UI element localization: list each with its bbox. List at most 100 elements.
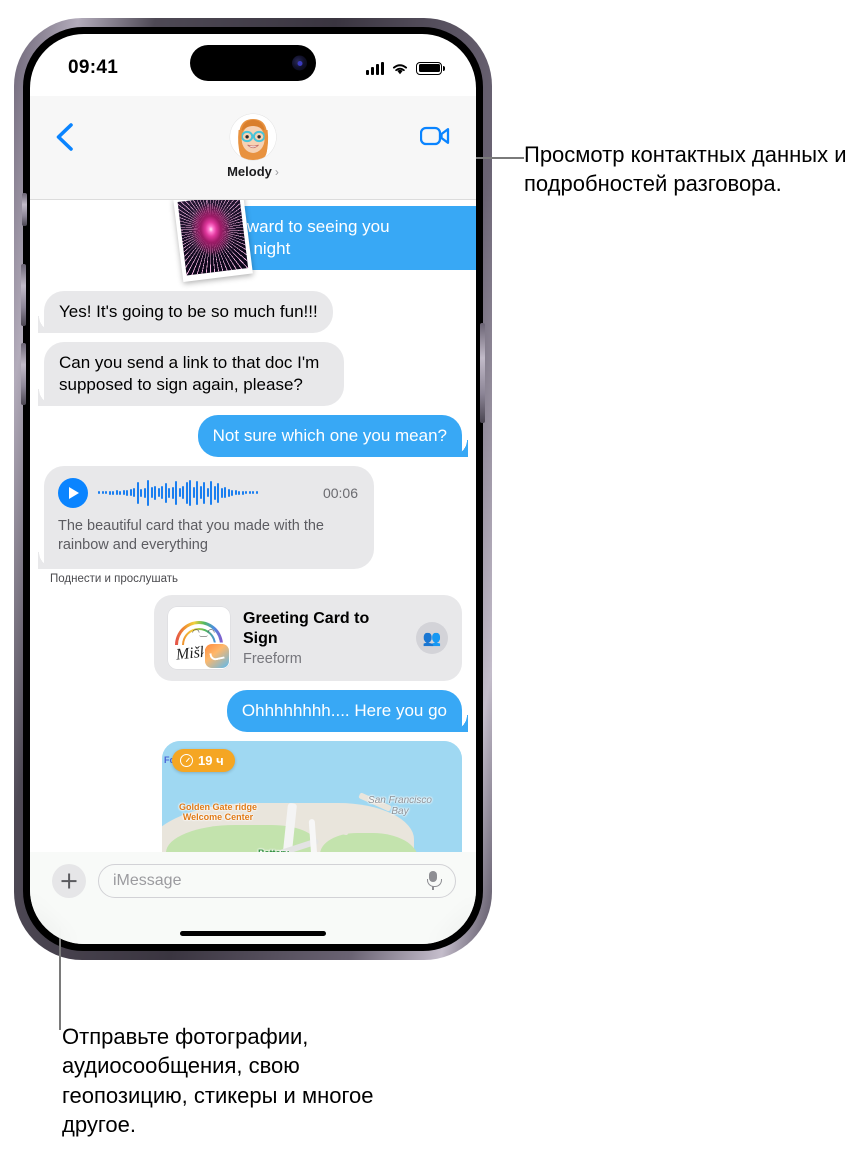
callout-attachments: Отправьте фотографии, аудиосообщения, св… xyxy=(62,1024,374,1137)
map-label-san-francisco-bay: San Francisco Bay xyxy=(368,795,432,818)
waveform-bar xyxy=(154,485,156,500)
dynamic-island xyxy=(190,45,316,81)
freeform-shared-document-card[interactable]: ◠‿◠ Mišk Greeting Card to Sign Freeform … xyxy=(154,595,462,682)
chevron-left-icon[interactable] xyxy=(52,122,78,152)
message-bubble-incoming[interactable]: Can you send a link to that doc I'm supp… xyxy=(38,341,344,406)
handwriting-text: Mišk xyxy=(175,643,208,664)
front-camera-icon xyxy=(292,55,307,71)
waveform-bar xyxy=(192,487,195,499)
waveform-bar xyxy=(245,491,247,495)
audio-player-controls: 00:06 xyxy=(58,477,358,508)
waveform-bar xyxy=(196,480,198,505)
plus-attachment-icon[interactable] xyxy=(52,864,86,898)
volume-down-button[interactable] xyxy=(21,343,26,405)
waveform-bar xyxy=(252,491,254,495)
waveform-bar xyxy=(168,487,170,498)
message-bubble-incoming[interactable]: Yes! It's going to be so much fun!!! xyxy=(38,291,333,333)
phone-bezel: 09:41 Melody › forward to seeing you ow … xyxy=(23,27,483,951)
badge-text: 19 ч xyxy=(198,753,224,769)
volume-up-button[interactable] xyxy=(21,264,26,326)
battery-full-icon xyxy=(416,61,445,75)
chevron-right-icon: › xyxy=(274,164,279,179)
audio-message-bubble[interactable]: 00:06 The beautiful card that you made w… xyxy=(38,465,374,570)
audio-waveform[interactable] xyxy=(98,478,313,508)
freeform-card-row: ◠‿◠ Mišk Greeting Card to Sign Freeform … xyxy=(44,595,462,682)
rainbow-drawing-thumbnail: ◠‿◠ Mišk xyxy=(168,607,230,670)
message-row: Ohhhhhhhh.... Here you go xyxy=(44,690,469,733)
home-indicator[interactable] xyxy=(180,931,326,936)
waveform-bar xyxy=(224,487,226,499)
waveform-bar xyxy=(171,486,174,499)
avatar[interactable] xyxy=(229,114,276,160)
freeform-app-badge-icon xyxy=(205,644,229,669)
iphone-device-frame: 09:41 Melody › forward to seeing you ow … xyxy=(14,18,492,960)
waveform-bar xyxy=(112,490,114,495)
waveform-bar xyxy=(189,479,191,506)
waveform-bar xyxy=(119,490,121,495)
contact-name-row[interactable]: Melody › xyxy=(227,164,279,179)
waveform-bar xyxy=(185,481,188,504)
fireworks-photo-attachment[interactable] xyxy=(173,200,253,282)
facetime-video-icon[interactable] xyxy=(420,126,450,146)
waveform-bar xyxy=(108,490,111,495)
waveform-bar xyxy=(150,487,153,499)
message-bubble-outgoing[interactable]: Not sure which one you mean? xyxy=(197,414,469,457)
message-bubble-outgoing[interactable]: Ohhhhhhhh.... Here you go xyxy=(226,690,469,733)
map-label-golden-gate-welcome-center: Golden Gate ridge Welcome Center xyxy=(178,802,257,823)
wifi-icon xyxy=(392,63,408,74)
callout-contact-details: Просмотр контактных данных и подробносте… xyxy=(524,142,847,197)
shared-location-map-card[interactable]: Fo Golden Gate ridge Welcome Center San … xyxy=(162,741,462,852)
waveform-bar xyxy=(255,491,258,495)
cellular-bars-icon xyxy=(366,61,384,75)
phone-screen: 09:41 Melody › forward to seeing you ow … xyxy=(30,34,476,944)
microphone-icon[interactable] xyxy=(425,871,442,891)
freeform-app-name: Freeform xyxy=(243,651,302,668)
waveform-bar xyxy=(101,491,104,495)
waveform-bar xyxy=(227,488,230,497)
status-indicators xyxy=(366,61,445,75)
shared-people-icon[interactable]: 👥 xyxy=(416,622,448,655)
waveform-bar xyxy=(133,488,135,498)
waveform-bar xyxy=(178,488,181,498)
waveform-bar xyxy=(199,486,202,500)
waveform-bar xyxy=(182,486,184,500)
message-list[interactable]: forward to seeing you ow night Yes! It's… xyxy=(30,200,476,852)
fireworks-image xyxy=(177,200,249,276)
power-button[interactable] xyxy=(480,323,485,423)
waveform-bar xyxy=(220,487,223,498)
message-row: Can you send a link to that doc I'm supp… xyxy=(38,341,462,406)
message-row: Not sure which one you mean? xyxy=(44,414,469,457)
contact-name: Melody xyxy=(227,164,272,179)
waveform-bar xyxy=(241,490,244,495)
waveform-bar xyxy=(231,489,233,496)
message-bubble-outgoing[interactable]: forward to seeing you ow night xyxy=(212,206,476,270)
map-message-row: Fo Golden Gate ridge Welcome Center San … xyxy=(44,741,462,852)
message-row-with-photo: forward to seeing you ow night xyxy=(44,200,476,282)
waveform-bar xyxy=(175,480,177,505)
freeform-card-text: Greeting Card to Sign Freeform xyxy=(243,609,403,667)
waveform-bar xyxy=(147,479,149,506)
audio-message-row: 00:06 The beautiful card that you made w… xyxy=(38,465,462,570)
contact-header[interactable]: Melody › xyxy=(227,114,279,179)
message-text: forward to seeing you xyxy=(227,217,390,236)
play-button-icon[interactable] xyxy=(58,477,88,508)
waveform-bar xyxy=(217,482,219,503)
message-input-field[interactable]: iMessage xyxy=(98,864,456,898)
audio-duration: 00:06 xyxy=(322,484,358,501)
waveform-bar xyxy=(136,481,139,504)
waveform-bar xyxy=(203,481,205,504)
mute-switch-button[interactable] xyxy=(22,193,27,226)
waveform-bar xyxy=(234,490,237,496)
waveform-bar xyxy=(157,488,160,498)
raise-to-listen-hint: Поднести и прослушать xyxy=(50,573,178,586)
waveform-bar xyxy=(122,490,125,496)
status-time: 09:41 xyxy=(68,57,119,78)
audio-transcript: The beautiful card that you made with th… xyxy=(58,517,324,553)
waveform-bar xyxy=(115,490,118,496)
navigation-bar: Melody › xyxy=(30,96,476,200)
waveform-bar xyxy=(238,490,240,495)
location-duration-badge: 19 ч xyxy=(172,749,235,773)
waveform-bar xyxy=(206,488,209,498)
waveform-bar xyxy=(210,480,212,505)
memoji-avatar-image xyxy=(229,114,276,160)
